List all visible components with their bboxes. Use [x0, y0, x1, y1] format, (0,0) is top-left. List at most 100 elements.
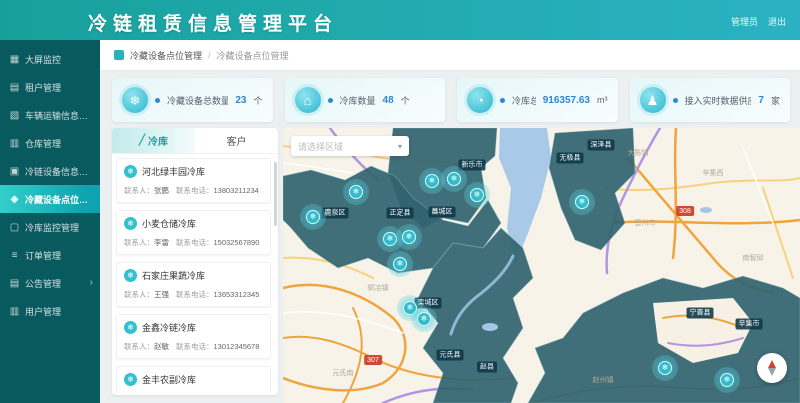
storage-map-marker[interactable]: ❄	[396, 224, 422, 250]
snowflake-icon: ❄	[124, 373, 137, 386]
phone-field: 联系电话：13803211234	[176, 185, 259, 196]
storage-list-item[interactable]: ❄河北绿丰园冷库 联系人：张鹏联系电话：13803211234	[116, 158, 271, 203]
sidebar-item[interactable]: ▤ 租户管理	[0, 73, 100, 101]
snowflake-icon: ❄	[124, 165, 137, 178]
sidebar-item[interactable]: ▣冷链设备信息管理	[0, 157, 100, 185]
menu-icon: ▤	[9, 82, 20, 93]
stat-unit: 家	[771, 94, 780, 107]
storage-list-panel: 冷库 客户 ❄河北绿丰园冷库 联系人：张鹏联系电话：13803211234 ❄小…	[112, 128, 278, 395]
tab-label: 冷库	[148, 133, 168, 148]
storage-map-marker[interactable]: ❄	[300, 204, 326, 230]
sidebar-item[interactable]: ◈冷藏设备点位管理	[0, 185, 100, 213]
sidebar-item[interactable]: ▦大屏监控	[0, 45, 100, 73]
storage-name: 河北绿丰园冷库	[142, 165, 205, 178]
stat-card-icon: ⌂	[295, 87, 321, 113]
storage-name: 金鑫冷链冷库	[142, 321, 196, 334]
sidebar-item[interactable]: ▤ 公告管理	[0, 269, 100, 297]
storage-map-marker[interactable]: ❄	[569, 189, 595, 215]
snowflake-icon: ❄	[124, 269, 137, 282]
sidebar-item-label: 车辆运输信息管理	[25, 109, 91, 122]
menu-icon: ▤	[9, 278, 20, 289]
sidebar-item-label: 冷链设备信息管理	[25, 165, 91, 178]
sidebar-item[interactable]: ▧车辆运输信息管理	[0, 101, 100, 129]
storage-map-marker[interactable]: ❄	[714, 367, 740, 393]
chevron-down-icon: ▾	[398, 142, 402, 151]
storage-list-item[interactable]: ❄金丰农副冷库 联系人：刘洋联系电话：13145678901	[116, 366, 271, 393]
phone-value: 15032567890	[214, 238, 260, 247]
storage-name: 小麦仓储冷库	[142, 217, 196, 230]
storage-map-marker[interactable]: ❄	[464, 182, 490, 208]
storage-map-marker[interactable]: ❄	[652, 355, 678, 381]
snowflake-icon: ❄	[402, 230, 416, 244]
snowflake-icon: ❄	[470, 188, 484, 202]
storage-map-marker[interactable]: ❄	[387, 251, 413, 277]
bullet-dot-icon	[500, 98, 505, 103]
map-place-label: 元氏南	[333, 368, 354, 378]
stat-label: 冷库总容量	[512, 94, 536, 107]
top-header: 冷链租赁信息管理平台 管理员 退出	[0, 0, 800, 40]
sidebar-item-label: 租户管理	[25, 81, 61, 94]
district-label: 元氏县	[437, 350, 464, 361]
storage-list-item[interactable]: ❄ 小麦仓储冷库 联系人：李雷联系电话：15032567890	[116, 210, 271, 255]
phone-label: 联系电话：	[176, 186, 214, 195]
storage-list-item[interactable]: ❄金鑫冷链冷库 联系人：赵敏联系电话：13012345678	[116, 314, 271, 359]
logout-link[interactable]: 退出	[768, 15, 786, 28]
compass-control[interactable]	[757, 353, 787, 383]
contact-field: 联系人：李雷	[124, 237, 169, 248]
snowflake-icon: ❄	[383, 232, 397, 246]
panel-tab[interactable]: 客户	[195, 128, 278, 153]
snowflake-icon: ❄	[124, 217, 137, 230]
stat-card: ♟接入实时数据供应商7家	[630, 78, 791, 122]
snowflake-icon: ❄	[124, 321, 137, 334]
breadcrumb-root[interactable]: 冷藏设备点位管理	[130, 49, 202, 62]
district-label: 深泽县	[588, 140, 615, 151]
storage-map-marker[interactable]: ❄	[343, 179, 369, 205]
region-select[interactable]: 请选择区域 ▾	[291, 136, 409, 156]
panel-tab[interactable]: 冷库	[112, 128, 195, 153]
snowflake-icon: ❄	[447, 172, 461, 186]
district-label: 藁城区	[429, 207, 456, 218]
phone-label: 联系电话：	[176, 238, 214, 247]
storage-list: ❄河北绿丰园冷库 联系人：张鹏联系电话：13803211234 ❄小麦仓储冷库 …	[116, 158, 271, 393]
storage-map-marker[interactable]: ❄	[411, 306, 437, 332]
contact-label: 联系人：	[124, 238, 154, 247]
sidebar-item[interactable]: ▥用户管理	[0, 297, 100, 325]
map-canvas[interactable]: 鹿泉区 正定县 藁城区 新乐市 无极县 深泽县 栾城区 元氏县 赵县 宁晋县 辛…	[283, 128, 800, 403]
stat-label: 接入实时数据供应商	[685, 94, 752, 107]
menu-icon: ▥	[9, 138, 20, 149]
district-label: 宁晋县	[687, 308, 714, 319]
stat-card-icon: ❄	[122, 87, 148, 113]
sidebar-item[interactable]: ▢冷库监控管理	[0, 213, 100, 241]
stat-value: 48	[383, 95, 394, 106]
stat-unit: m³	[597, 95, 608, 105]
region-select-placeholder: 请选择区域	[298, 140, 343, 153]
breadcrumb: 冷藏设备点位管理 / 冷藏设备点位管理	[100, 40, 800, 70]
district-label: 辛集市	[736, 319, 763, 330]
sidebar-item-label: 冷藏设备点位管理	[25, 193, 91, 206]
snowflake-icon: ❄	[306, 210, 320, 224]
stat-unit: 个	[401, 94, 410, 107]
contact-value: 赵敏	[154, 342, 169, 351]
storage-list-item[interactable]: ❄石家庄果蔬冷库 联系人：王强联系电话：13653312345	[116, 262, 271, 307]
district-label: 正定县	[387, 208, 414, 219]
contact-label: 联系人：	[124, 290, 154, 299]
compass-needle-icon	[768, 360, 776, 376]
stat-card: ❄冷藏设备总数量23个	[112, 78, 273, 122]
map-place-label: 大陈镇	[628, 148, 649, 158]
contact-value: 李雷	[154, 238, 169, 247]
snowflake-icon: ❄	[393, 257, 407, 271]
storage-name: 金丰农副冷库	[142, 373, 196, 386]
contact-field: 联系人：赵敏	[124, 341, 169, 352]
sidebar-item[interactable]: ≡订单管理	[0, 241, 100, 269]
sidebar-item-label: 公告管理	[25, 277, 61, 290]
list-scrollbar[interactable]	[274, 162, 277, 226]
breadcrumb-icon	[114, 50, 124, 60]
snowflake-icon: ❄	[417, 312, 431, 326]
sidebar-item[interactable]: ▥仓库管理	[0, 129, 100, 157]
user-name[interactable]: 管理员	[731, 15, 758, 28]
storage-map-marker[interactable]: ❄	[441, 166, 467, 192]
phone-label: 联系电话：	[176, 290, 214, 299]
stat-cards-row: ❄冷藏设备总数量23个 ⌂冷库数量48个 ◔冷库总容量916357.63m³ ♟…	[112, 78, 790, 122]
contact-field: 联系人：王强	[124, 289, 169, 300]
district-label: 赵县	[477, 362, 497, 373]
